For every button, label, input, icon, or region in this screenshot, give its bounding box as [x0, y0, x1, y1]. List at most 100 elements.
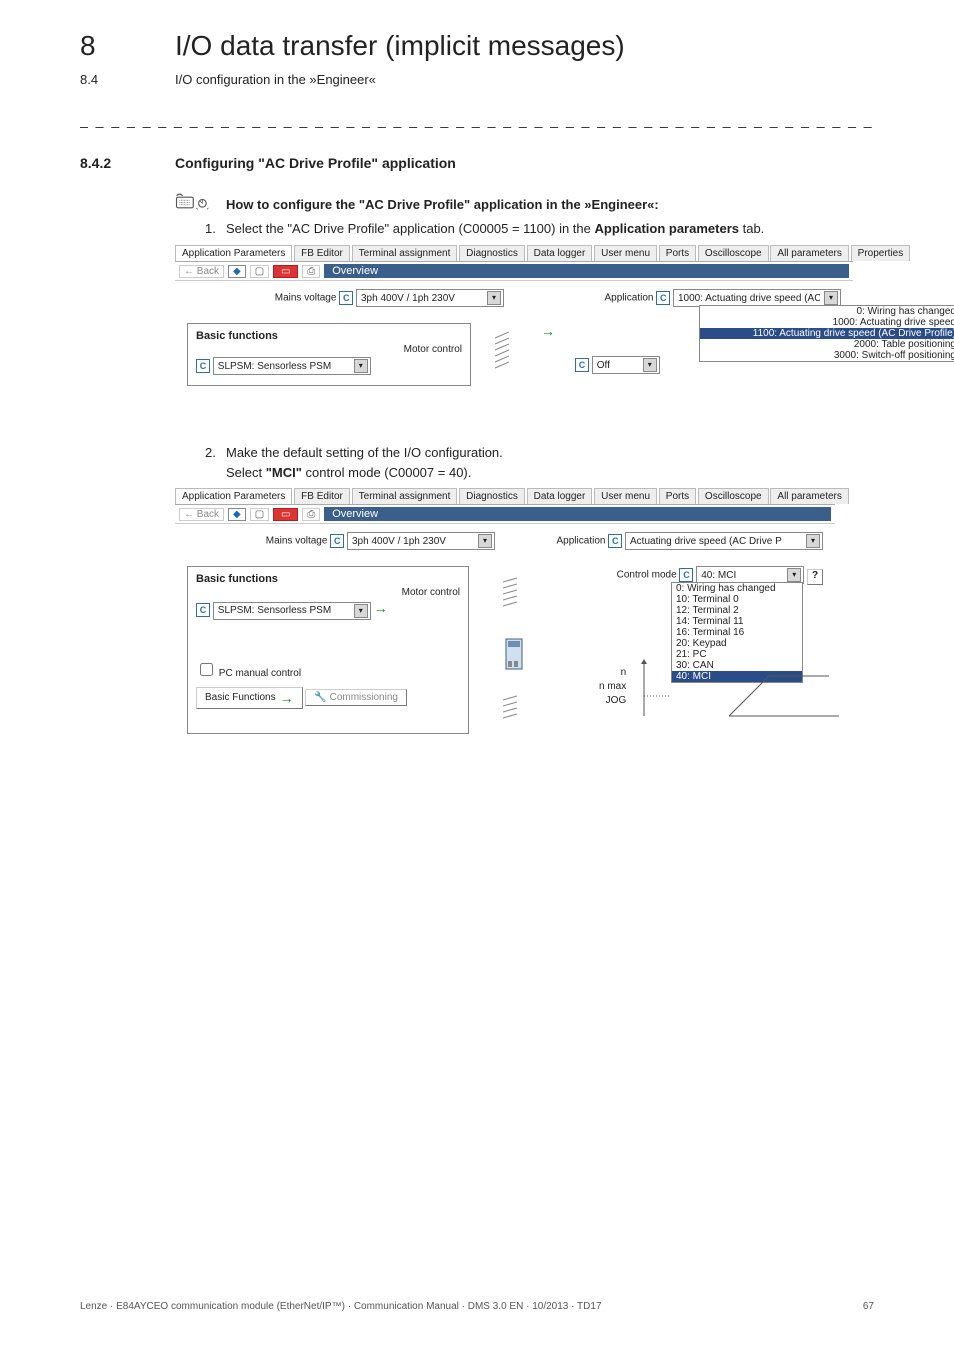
toolbar-2: ← Back ◆ ▢ ▭ ⎙ Overview	[175, 505, 835, 524]
motor-control-dropdown[interactable]: SLPSM: Sensorless PSM ▾	[213, 357, 371, 375]
axis-labels: n n max JOG	[599, 666, 626, 708]
tab-user-menu[interactable]: User menu	[594, 488, 657, 504]
motor-control-value: SLPSM: Sensorless PSM	[218, 605, 331, 616]
commissioning-label: Commissioning	[330, 692, 398, 703]
process-controller-dropdown[interactable]: Off ▾	[592, 356, 660, 374]
c-badge[interactable]: C	[196, 359, 210, 373]
app-option-1000[interactable]: 1000: Actuating drive speed	[700, 317, 954, 328]
tab-properties[interactable]: Properties	[851, 245, 911, 261]
app-option-3000[interactable]: 3000: Switch-off positioning	[700, 350, 954, 361]
back-button[interactable]: ← Back	[179, 265, 224, 278]
c-badge[interactable]: C	[196, 603, 210, 617]
cm-option-12[interactable]: 12: Terminal 2	[672, 605, 802, 616]
overview-header: Overview	[324, 264, 849, 278]
mains-voltage-value: 3ph 400V / 1ph 230V	[352, 536, 446, 547]
c-badge[interactable]: C	[330, 534, 344, 548]
cm-option-10[interactable]: 10: Terminal 0	[672, 594, 802, 605]
basic-functions-button[interactable]: Basic Functions →	[196, 687, 303, 709]
chapter-number: 8	[80, 30, 96, 62]
procedure-icon	[175, 190, 213, 210]
toolbar-icon-1[interactable]: ▢	[250, 265, 269, 278]
screenshot-1: Application Parameters FB Editor Termina…	[175, 245, 853, 394]
chevron-down-icon: ▾	[824, 291, 838, 305]
tab-diagnostics[interactable]: Diagnostics	[459, 488, 525, 504]
chevron-down-icon: ▾	[354, 604, 368, 618]
tabstrip-1: Application Parameters FB Editor Termina…	[175, 245, 853, 262]
tab-application-parameters[interactable]: Application Parameters	[175, 488, 292, 504]
cm-option-20[interactable]: 20: Keypad	[672, 638, 802, 649]
c-badge[interactable]: C	[608, 534, 622, 548]
tab-ports[interactable]: Ports	[659, 488, 696, 504]
step-1-text: Select the "AC Drive Profile" applicatio…	[226, 221, 764, 236]
tab-fb-editor[interactable]: FB Editor	[294, 245, 350, 261]
tab-fb-editor[interactable]: FB Editor	[294, 488, 350, 504]
info-icon[interactable]: ◆	[228, 265, 246, 278]
tab-ports[interactable]: Ports	[659, 245, 696, 261]
app-option-1100[interactable]: 1100: Actuating drive speed (AC Drive Pr…	[700, 328, 954, 339]
subsection-number: 8.4.2	[80, 155, 111, 171]
chevron-down-icon: ▾	[478, 534, 492, 548]
motor-control-dropdown[interactable]: SLPSM: Sensorless PSM ▾	[213, 602, 371, 620]
c-badge[interactable]: C	[339, 291, 353, 305]
app-option-0[interactable]: 0: Wiring has changed	[700, 306, 954, 317]
motor-control-value: SLPSM: Sensorless PSM	[218, 361, 331, 372]
mains-voltage-dropdown[interactable]: 3ph 400V / 1ph 230V ▾	[347, 532, 495, 550]
app-option-2000[interactable]: 2000: Table positioning	[700, 339, 954, 350]
c-badge[interactable]: C	[656, 291, 670, 305]
back-button[interactable]: ← Back	[179, 508, 224, 521]
basic-functions-box: Basic functions Motor control C SLPSM: S…	[187, 566, 469, 734]
toolbar-icon-3[interactable]: ⎙	[302, 508, 320, 521]
pc-manual-control-checkbox[interactable]	[200, 663, 213, 676]
tab-data-logger[interactable]: Data logger	[527, 245, 593, 261]
tab-all-parameters[interactable]: All parameters	[770, 245, 848, 261]
section-number: 8.4	[80, 72, 98, 87]
tab-data-logger[interactable]: Data logger	[527, 488, 593, 504]
tab-diagnostics[interactable]: Diagnostics	[459, 245, 525, 261]
arrow-right-icon: →	[374, 600, 388, 616]
c-badge[interactable]: C	[679, 568, 693, 582]
step-1-number: 1.	[205, 221, 216, 236]
step-2-bold: "MCI"	[266, 465, 302, 480]
info-icon[interactable]: ◆	[228, 508, 246, 521]
tab-application-parameters[interactable]: Application Parameters	[175, 245, 292, 261]
jog-label: JOG	[599, 694, 626, 708]
tab-oscilloscope[interactable]: Oscilloscope	[698, 245, 769, 261]
toolbar-icon-2[interactable]: ▭	[273, 508, 298, 521]
basic-functions-title: Basic functions	[196, 330, 462, 342]
cm-option-0[interactable]: 0: Wiring has changed	[672, 583, 802, 594]
nmax-label: n max	[599, 680, 626, 694]
chevron-down-icon: ▾	[787, 568, 801, 582]
tab-terminal-assignment[interactable]: Terminal assignment	[352, 488, 458, 504]
step-1-pre: Select the "AC Drive Profile" applicatio…	[226, 221, 595, 236]
step-2-line2: Select "MCI" control mode (C00007 = 40).	[226, 465, 471, 480]
tabstrip-2: Application Parameters FB Editor Termina…	[175, 488, 835, 505]
application-dropdown[interactable]: Actuating drive speed (AC Drive P ▾	[625, 532, 823, 550]
cm-option-16[interactable]: 16: Terminal 16	[672, 627, 802, 638]
mains-voltage-label: Mains voltage	[266, 536, 328, 547]
help-button[interactable]: ?	[807, 569, 823, 585]
device-icon	[502, 635, 526, 675]
toolbar-icon-3[interactable]: ⎙	[302, 265, 320, 278]
motor-schematic-icon	[499, 576, 529, 616]
overview-header: Overview	[324, 507, 831, 521]
mains-voltage-value: 3ph 400V / 1ph 230V	[361, 293, 455, 304]
application-label: Application	[605, 293, 654, 304]
page-footer: Lenze · E84AYCEO communication module (E…	[80, 1301, 874, 1312]
toolbar-icon-1[interactable]: ▢	[250, 508, 269, 521]
c-badge[interactable]: C	[575, 358, 589, 372]
motor-control-label: Motor control	[404, 344, 462, 355]
toolbar-icon-2[interactable]: ▭	[273, 265, 298, 278]
chapter-title: I/O data transfer (implicit messages)	[175, 30, 625, 62]
graph-icon	[639, 656, 839, 726]
step-2-post: control mode (C00007 = 40).	[302, 465, 471, 480]
tab-oscilloscope[interactable]: Oscilloscope	[698, 488, 769, 504]
tab-user-menu[interactable]: User menu	[594, 245, 657, 261]
mains-voltage-label: Mains voltage	[275, 293, 337, 304]
tab-terminal-assignment[interactable]: Terminal assignment	[352, 245, 458, 261]
tab-all-parameters[interactable]: All parameters	[770, 488, 848, 504]
arrow-right-icon: →	[541, 323, 555, 386]
mains-voltage-dropdown[interactable]: 3ph 400V / 1ph 230V ▾	[356, 289, 504, 307]
application-option-list[interactable]: 0: Wiring has changed 1000: Actuating dr…	[699, 305, 954, 362]
commissioning-button[interactable]: 🔧 Commissioning	[305, 689, 407, 706]
cm-option-14[interactable]: 14: Terminal 11	[672, 616, 802, 627]
